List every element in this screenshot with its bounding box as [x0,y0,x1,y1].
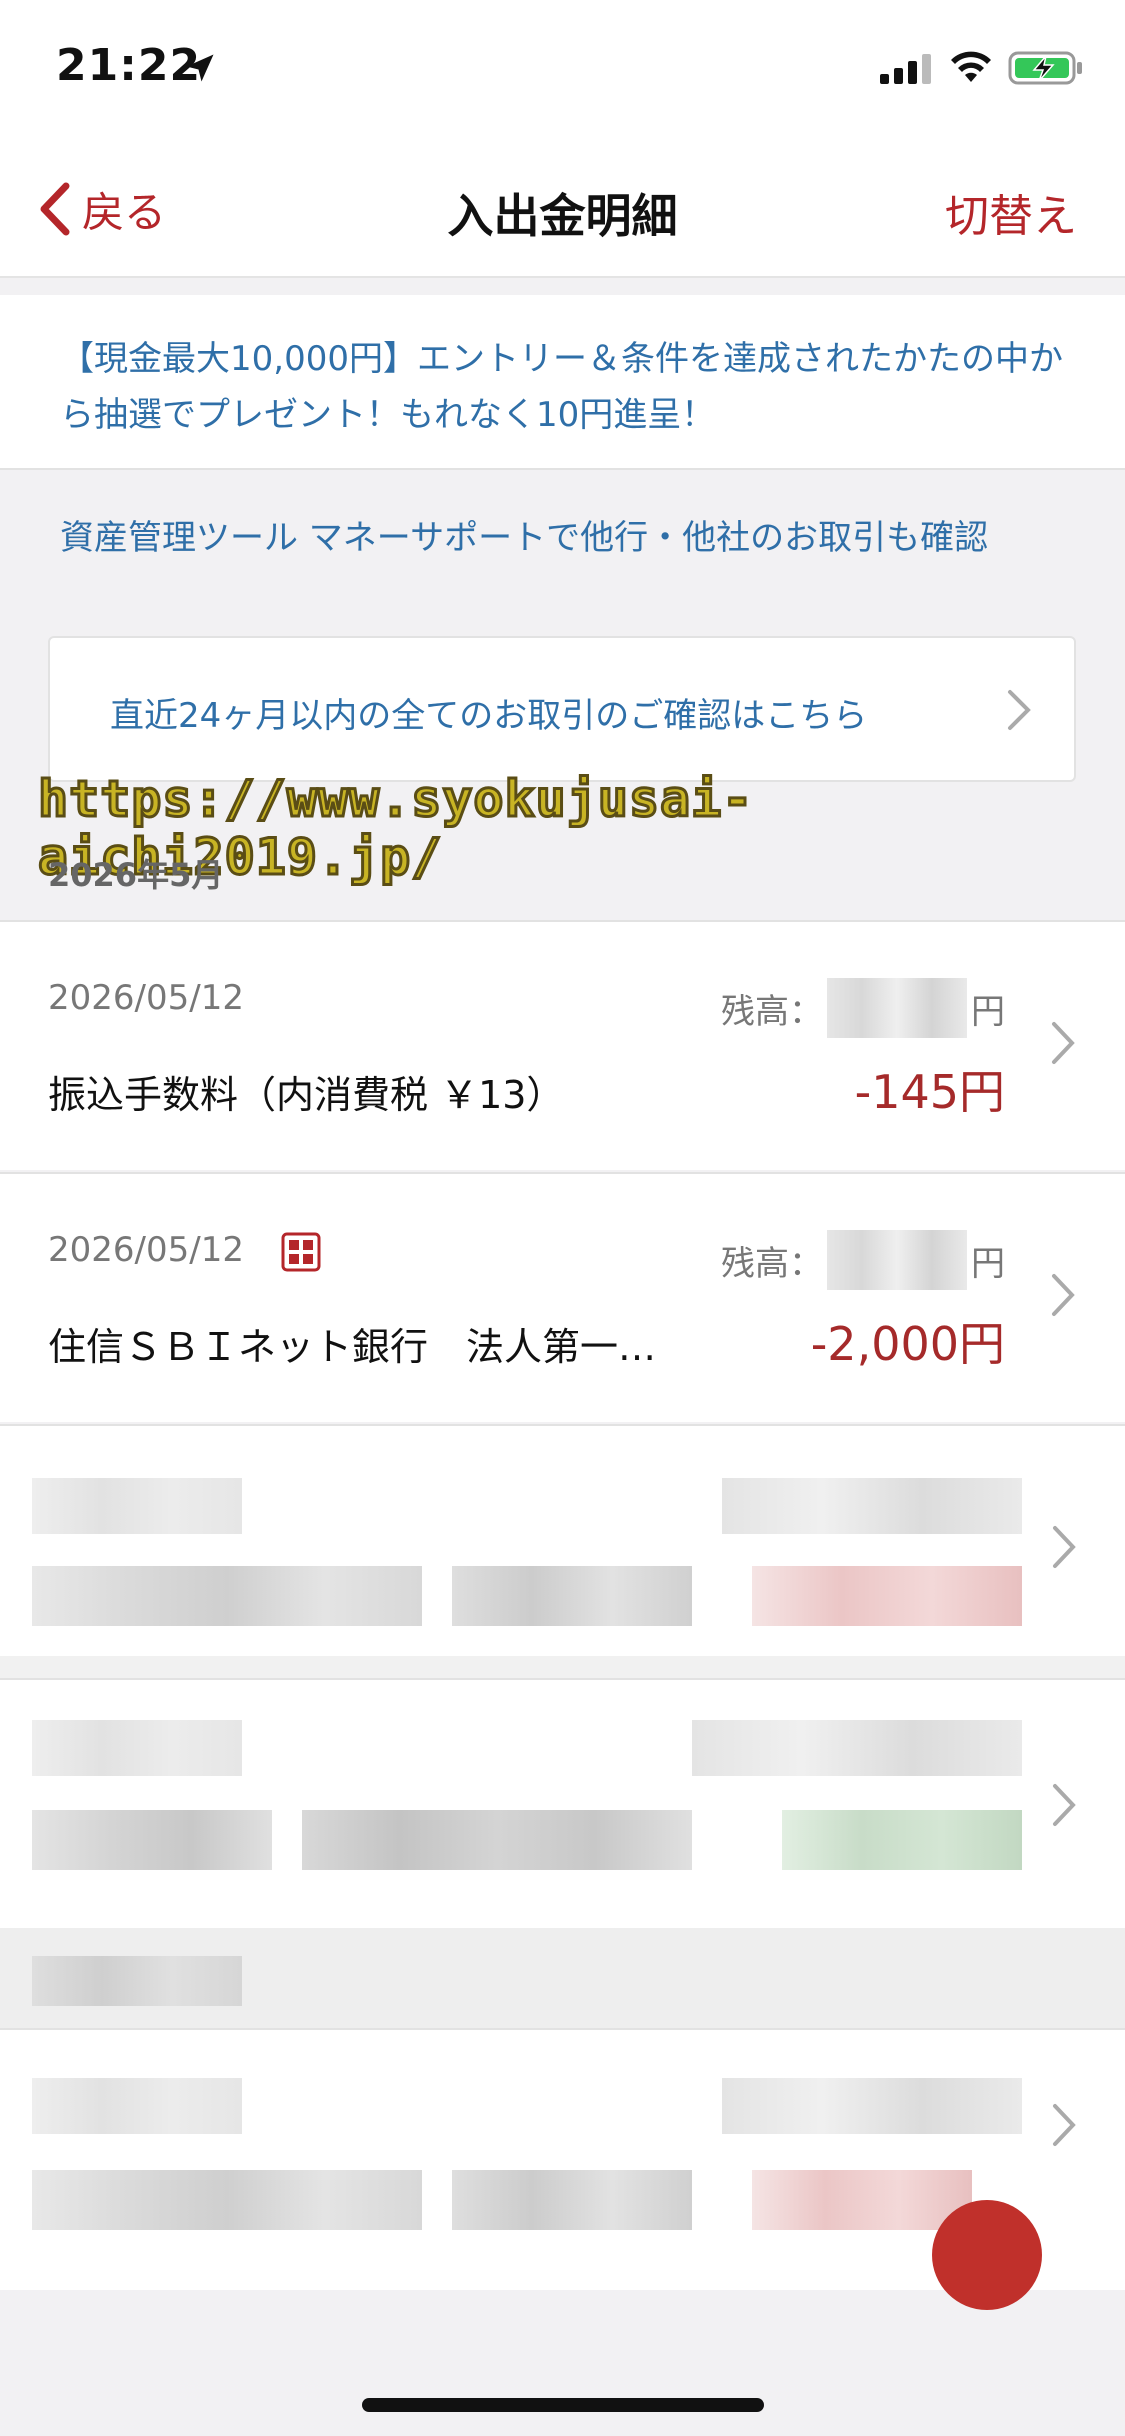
transaction-amount: -145円 [854,1065,1005,1119]
redacted-divider [0,1656,1125,1678]
balance-blurred-value [827,978,967,1038]
redacted-transaction-row[interactable] [0,2028,1125,2310]
wifi-icon [951,51,991,82]
navigation-bar: 戻る 入出金明細 切替え [0,140,1125,278]
balance-label: 残高： [721,1243,823,1284]
promo-text: 【現金最大10,000円】エントリー＆条件を達成されたかたの中から抽選でプレゼン… [60,339,1063,435]
promo-banner[interactable]: 【現金最大10,000円】エントリー＆条件を達成されたかたの中から抽選でプレゼン… [0,295,1125,470]
transaction-description: 振込手数料（内消費税 ￥13） [48,1073,565,1117]
balance-unit: 円 [971,991,1005,1032]
floating-action-blob [932,2200,1042,2310]
balance-unit: 円 [971,1243,1005,1284]
chevron-right-icon [1052,1274,1075,1316]
location-arrow-icon [186,54,214,82]
chevron-right-icon [1053,1526,1076,1568]
status-bar: 21:22 [0,0,1125,140]
balance-label: 残高： [721,991,823,1032]
transaction-date: 2026/05/12 [48,1230,321,1272]
chevron-right-icon [1053,2104,1076,2146]
redacted-transaction-row[interactable] [0,1424,1125,1674]
transaction-date-text: 2026/05/12 [48,1230,244,1270]
chevron-right-icon [1052,1022,1075,1064]
chevron-right-icon [1008,690,1031,730]
transaction-balance: 残高： 円 [721,978,1005,1038]
cellular-signal-icon [880,54,931,84]
redacted-month-header [0,1928,1125,2028]
confirm-24-months-link[interactable]: 直近24ヶ月以内の全てのお取引のご確認はこちら [48,636,1076,782]
battery-charging-icon [1008,51,1082,85]
transaction-description: 住信ＳＢＩネット銀行 法人第一… [48,1325,657,1369]
home-indicator[interactable] [362,2398,764,2412]
chevron-right-icon [1053,1784,1076,1826]
transaction-row[interactable]: 2026/05/12 残高： 円 振込手数料（内消費税 ￥13） -145円 [0,920,1125,1170]
bottom-safe-area [0,2330,1125,2436]
switch-button[interactable]: 切替え [945,180,1077,244]
month-header: 2026年5月 [48,856,224,894]
confirm-link-label: 直近24ヶ月以内の全てのお取引のご確認はこちら [110,696,868,736]
transaction-balance: 残高： 円 [721,1230,1005,1290]
transaction-row[interactable]: 2026/05/12 残高： 円 住信ＳＢＩネット銀行 法人第一… -2,000… [0,1172,1125,1422]
status-time: 21:22 [56,40,202,91]
transaction-amount: -2,000円 [810,1317,1005,1371]
transfer-receipt-icon [281,1232,321,1271]
transaction-date: 2026/05/12 [48,978,244,1018]
redacted-transaction-row[interactable] [0,1678,1125,1928]
money-support-link[interactable]: 資産管理ツール マネーサポートで他行・他社のお取引も確認 [60,510,988,559]
balance-blurred-value [827,1230,967,1290]
